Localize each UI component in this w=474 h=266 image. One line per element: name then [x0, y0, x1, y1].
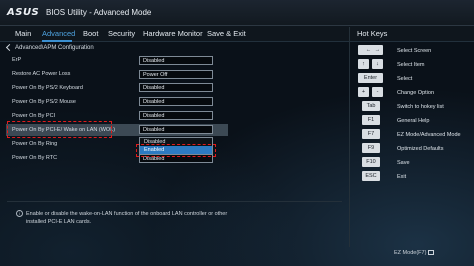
help-description: Enable or disable the wake-on-LAN functi… — [26, 211, 228, 225]
breadcrumb-text: Advanced\APM Configuration — [15, 45, 94, 52]
minus-key: - — [372, 87, 383, 97]
enter-key: Enter — [358, 73, 383, 83]
setting-label-restore-ac: Restore AC Power Loss — [12, 71, 71, 77]
menu-main[interactable]: Main — [15, 29, 31, 38]
highlight-outline-setting — [7, 121, 112, 138]
breadcrumb[interactable]: Advanced\APM Configuration — [5, 43, 94, 52]
setting-value-erp[interactable]: Disabled — [139, 56, 213, 65]
up-arrow-key: ↑ — [358, 59, 369, 69]
hotkey-label-select-item: Select Item — [397, 62, 425, 68]
hotkey-label-select-screen: Select Screen — [397, 48, 432, 54]
asus-logo: ASUS — [7, 7, 40, 18]
setting-label-erp: ErP — [12, 57, 22, 63]
menu-advanced[interactable]: Advanced — [42, 29, 75, 38]
setting-label-ps2-mouse: Power On By PS/2 Mouse — [12, 99, 76, 105]
window-title: BIOS Utility - Advanced Mode — [46, 8, 152, 17]
menu-security[interactable]: Security — [108, 29, 135, 38]
highlight-outline-option — [136, 144, 216, 157]
hotkey-label-general-help: General Help — [397, 118, 430, 124]
help-divider — [7, 201, 342, 202]
hotkey-label-change-option: Change Option — [397, 90, 434, 96]
f9-key: F9 — [362, 143, 380, 153]
hotkey-label-save: Save — [397, 160, 410, 166]
f10-key: F10 — [362, 157, 380, 167]
setting-label-ring: Power On By Ring — [12, 141, 58, 147]
setting-label-pci: Power On By PCI — [12, 113, 56, 119]
plus-key: + — [358, 87, 369, 97]
info-icon: i — [16, 210, 23, 217]
panel-divider — [349, 27, 350, 247]
setting-label-rtc: Power On By RTC — [12, 155, 58, 161]
hotkey-label-exit: Exit — [397, 174, 407, 180]
exit-mode-icon — [428, 250, 435, 256]
setting-label-ps2-keyboard: Power On By PS/2 Keyboard — [12, 85, 83, 91]
setting-value-pci[interactable]: Disabled — [139, 83, 213, 92]
hotkey-label-ez-mode: EZ Mode/Advanced Mode — [397, 132, 461, 138]
menu-boot[interactable]: Boot — [83, 29, 98, 38]
hot-keys-title: Hot Keys — [357, 29, 388, 38]
title-bar: ASUS BIOS Utility - Advanced Mode — [0, 0, 474, 26]
hotkey-label-select: Select — [397, 76, 413, 82]
right-arrow-key: → — [372, 45, 383, 55]
setting-value-ps2-mouse[interactable]: Disabled — [139, 111, 213, 120]
ez-mode-label: EZ Mode(F7) — [394, 250, 427, 256]
menu-hardware-monitor[interactable]: Hardware Monitor — [143, 29, 203, 38]
hotkey-label-optimized-defaults: Optimized Defaults — [397, 146, 444, 152]
down-arrow-key: ↓ — [372, 59, 383, 69]
setting-value-restore-ac[interactable]: Power Off — [139, 70, 213, 79]
ez-mode-button[interactable]: EZ Mode(F7) — [394, 250, 435, 256]
f7-key: F7 — [362, 129, 380, 139]
esc-key: ESC — [362, 171, 380, 181]
setting-value-pcie-wol[interactable]: Disabled — [139, 125, 213, 134]
tab-key: Tab — [362, 101, 380, 111]
back-arrow-icon[interactable] — [5, 43, 14, 52]
menu-save-exit[interactable]: Save & Exit — [207, 29, 246, 38]
setting-value-ps2-keyboard[interactable]: Disabled — [139, 97, 213, 106]
hotkey-label-switch-hotkey: Switch to hokey list — [397, 104, 444, 110]
f1-key: F1 — [362, 115, 380, 125]
active-tab-indicator — [42, 40, 72, 42]
